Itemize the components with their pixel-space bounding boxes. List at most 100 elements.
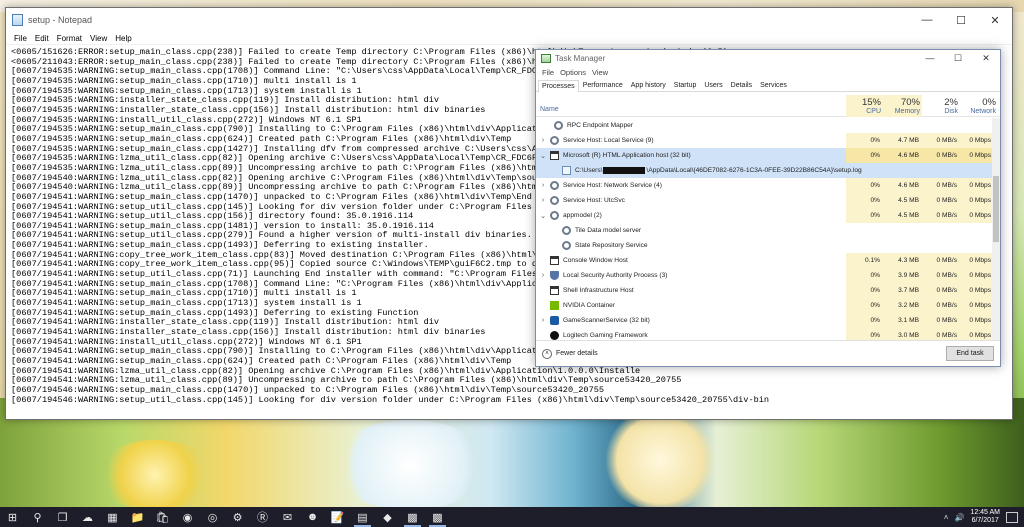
process-row-selected[interactable]: ⌄ Microsoft (R) HTML Application host (3…	[536, 148, 994, 163]
chevron-right-icon[interactable]: ›	[538, 197, 548, 204]
menu-format[interactable]: Format	[53, 34, 86, 43]
weather-icon[interactable]: ☁	[75, 507, 100, 527]
close-button[interactable]: ✕	[972, 50, 1000, 66]
skype-icon[interactable]: Ⓡ	[250, 507, 275, 527]
browser-icon[interactable]: ◎	[200, 507, 225, 527]
store-icon[interactable]: 🛍	[150, 507, 175, 527]
game-scanner-icon	[550, 316, 559, 325]
process-row[interactable]: › Local Security Authority Process (3) 0…	[536, 268, 994, 283]
task-manager-taskbar-icon[interactable]: ▩	[400, 507, 425, 527]
command-prompt-icon[interactable]: ▩	[425, 507, 450, 527]
wallpaper-accent	[95, 440, 215, 510]
process-row[interactable]: ⌄ appmodel (2) 0% 4.5 MB 0 MB/s 0 Mbps	[536, 208, 994, 223]
chevron-right-icon[interactable]: ›	[538, 137, 548, 144]
menu-options[interactable]: Options	[557, 68, 589, 77]
column-disk[interactable]: 2% Disk	[922, 95, 960, 117]
task-view-icon[interactable]: ❐	[50, 507, 75, 527]
clock[interactable]: 12:45 AM 6/7/2017	[970, 509, 1000, 525]
fewer-details-label: Fewer details	[556, 350, 598, 357]
chat-icon[interactable]: ✉	[275, 507, 300, 527]
tab-details[interactable]: Details	[727, 79, 756, 91]
column-network-label: Network	[970, 108, 996, 115]
tab-processes[interactable]: Processes	[538, 80, 579, 92]
service-name: Tile Data model server	[575, 227, 642, 234]
discord-icon[interactable]: ☻	[300, 507, 325, 527]
process-row[interactable]: NVIDIA Container 0% 3.2 MB 0 MB/s 0 Mbps	[536, 298, 994, 313]
notepad-taskbar-icon[interactable]: 📝	[325, 507, 350, 527]
file-explorer-icon[interactable]: 📁	[125, 507, 150, 527]
notepad-title: setup - Notepad	[12, 14, 910, 26]
process-child-row[interactable]: C:\Users\ \AppData\Local\{46DE7082-6276-1…	[536, 163, 994, 178]
calculator-icon[interactable]: ▦	[100, 507, 125, 527]
chevron-right-icon[interactable]: ›	[538, 317, 548, 324]
chevron-down-icon[interactable]: ⌄	[538, 212, 548, 220]
process-row[interactable]: › GameScannerService (32 bit) 0% 3.1 MB …	[536, 313, 994, 328]
process-cpu: 0%	[846, 193, 883, 208]
notification-icon[interactable]	[1006, 511, 1018, 523]
task-manager-window[interactable]: Task Manager — ☐ ✕ File Options View Pro…	[535, 49, 1001, 367]
chevron-down-icon[interactable]: ⌄	[538, 152, 548, 160]
process-list-scrollbar[interactable]	[992, 118, 1000, 340]
minimize-button[interactable]: —	[910, 8, 944, 32]
tab-startup[interactable]: Startup	[670, 79, 701, 91]
process-row[interactable]: › Service Host: UtcSvc 0% 4.5 MB 0 MB/s …	[536, 193, 994, 208]
chevron-right-icon[interactable]: ›	[538, 182, 548, 189]
tab-services[interactable]: Services	[756, 79, 791, 91]
process-cpu: 0.1%	[846, 253, 883, 268]
chevron-right-icon[interactable]: ›	[538, 272, 548, 279]
column-memory-label: Memory	[894, 108, 920, 115]
menu-help[interactable]: Help	[111, 34, 135, 43]
tab-users[interactable]: Users	[700, 79, 726, 91]
process-row[interactable]: Logitech Gaming Framework 0% 3.0 MB 0 MB…	[536, 328, 994, 340]
scrollbar-thumb[interactable]	[993, 176, 999, 242]
column-name[interactable]: Name	[540, 95, 559, 117]
process-name: Service Host: Network Service (4)	[563, 182, 662, 189]
process-path-prefix: C:\Users\	[575, 167, 603, 174]
column-network[interactable]: 0% Network	[960, 95, 998, 117]
process-row[interactable]: RPC Endpoint Mapper	[536, 118, 994, 133]
process-row[interactable]: Console Window Host 0.1% 4.3 MB 0 MB/s 0…	[536, 253, 994, 268]
service-child-row[interactable]: Tile Data model server	[536, 223, 994, 238]
maximize-button[interactable]: ☐	[944, 8, 978, 32]
redacted-username	[603, 167, 646, 174]
column-memory[interactable]: 70% Memory	[883, 95, 922, 117]
maximize-button[interactable]: ☐	[944, 50, 972, 66]
process-row[interactable]: › Service Host: Local Service (9) 0% 4.7…	[536, 133, 994, 148]
notepad-active-icon[interactable]: ▤	[350, 507, 375, 527]
fewer-details-button[interactable]: ˄ Fewer details	[542, 348, 946, 359]
search-icon[interactable]: ⚲	[25, 507, 50, 527]
minimize-button[interactable]: —	[916, 50, 944, 66]
process-list[interactable]: RPC Endpoint Mapper › Service Host: Loca…	[536, 118, 994, 340]
process-name: Console Window Host	[563, 257, 628, 264]
start-button[interactable]: ⊞	[0, 507, 25, 527]
process-name: GameScannerService (32 bit)	[563, 317, 650, 324]
process-row[interactable]: › Service Host: Network Service (4) 0% 4…	[536, 178, 994, 193]
volume-icon[interactable]: 🔊	[954, 513, 964, 522]
task-manager-titlebar[interactable]: Task Manager — ☐ ✕	[536, 50, 1000, 66]
column-cpu[interactable]: 15% CPU	[846, 95, 883, 117]
end-task-button[interactable]: End task	[946, 346, 994, 361]
chevron-up-icon: ˄	[542, 348, 552, 359]
service-child-row[interactable]: State Repository Service	[536, 238, 994, 253]
process-row[interactable]: Shell Infrastructure Host 0% 3.7 MB 0 MB…	[536, 283, 994, 298]
tab-performance[interactable]: Performance	[579, 79, 627, 91]
process-disk: 0 MB/s	[922, 328, 960, 340]
menu-file[interactable]: File	[539, 68, 557, 77]
game-icon[interactable]: ◆	[375, 507, 400, 527]
process-name: NVIDIA Container	[563, 302, 616, 309]
tab-app-history[interactable]: App history	[627, 79, 670, 91]
close-button[interactable]: ✕	[978, 8, 1012, 32]
menu-view[interactable]: View	[86, 34, 111, 43]
steam-icon[interactable]: ⚙	[225, 507, 250, 527]
process-cpu: 0%	[846, 313, 883, 328]
media-icon[interactable]: ◉	[175, 507, 200, 527]
menu-view[interactable]: View	[589, 68, 611, 77]
menu-edit[interactable]: Edit	[31, 34, 53, 43]
process-network: 0 Mbps	[960, 148, 994, 163]
menu-file[interactable]: File	[10, 34, 31, 43]
process-disk: 0 MB/s	[922, 283, 960, 298]
chevron-up-icon[interactable]: ˄	[944, 513, 949, 522]
process-cpu: 0%	[846, 133, 883, 148]
notepad-titlebar[interactable]: setup - Notepad — ☐ ✕	[6, 8, 1012, 32]
process-disk: 0 MB/s	[922, 208, 960, 223]
